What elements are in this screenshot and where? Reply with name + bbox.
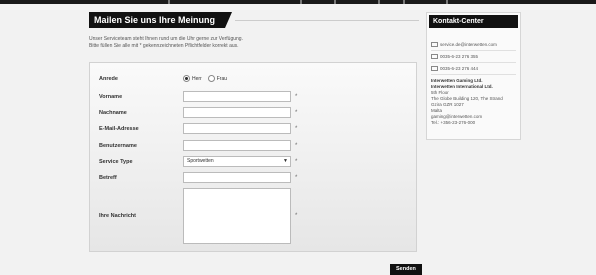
username-row: Benutzername *	[99, 140, 297, 151]
contact-form: Anrede Herr Frau Vorname * Nachname * E-…	[89, 62, 417, 252]
envelope-icon	[431, 42, 438, 47]
last-name-row: Nachname *	[99, 107, 297, 118]
contact-title: Kontakt-Center	[429, 15, 518, 28]
send-button[interactable]: Senden	[390, 264, 422, 275]
contact-email[interactable]: service.de@interwetten.com	[440, 42, 497, 47]
service-type-row: Service Type Sportwetten ▼ *	[99, 156, 297, 167]
chevron-down-icon: ▼	[283, 158, 288, 164]
contact-center: Kontakt-Center service.de@interwetten.co…	[426, 12, 521, 140]
salutation-label: Anrede	[99, 75, 118, 82]
contact-phone2-row: 0035-6-23 276 444	[431, 66, 520, 71]
first-name-row: Vorname *	[99, 91, 297, 102]
contact-phone1-row: 0035-6-23 276 355	[431, 54, 520, 59]
last-name-input[interactable]	[183, 107, 291, 118]
username-input[interactable]	[183, 140, 291, 151]
contact-address: Interwetten Gaming Ltd. Interwetten Inte…	[431, 78, 520, 126]
fax-icon	[431, 66, 438, 71]
message-textarea[interactable]	[183, 188, 291, 244]
service-type-select[interactable]: Sportwetten ▼	[183, 156, 291, 167]
email-row: E-Mail-Adresse *	[99, 123, 297, 134]
radio-frau[interactable]	[207, 75, 215, 82]
phone-icon	[431, 54, 438, 59]
subject-input[interactable]	[183, 172, 291, 183]
subject-row: Betreff *	[99, 172, 297, 183]
contact-email-row: service.de@interwetten.com	[431, 42, 520, 47]
intro-text: Unser Serviceteam steht Ihnen rund um di…	[89, 36, 243, 49]
top-bar	[0, 0, 596, 4]
message-row: Ihre Nachricht *	[99, 188, 297, 244]
page-title: Mailen Sie uns Ihre Meinung	[89, 12, 233, 28]
first-name-input[interactable]	[183, 91, 291, 102]
radio-herr[interactable]	[183, 75, 190, 82]
feedback-section: Mailen Sie uns Ihre Meinung Unser Servic…	[89, 12, 419, 50]
salutation-row: Anrede Herr Frau	[99, 75, 228, 82]
email-input[interactable]	[183, 123, 291, 134]
